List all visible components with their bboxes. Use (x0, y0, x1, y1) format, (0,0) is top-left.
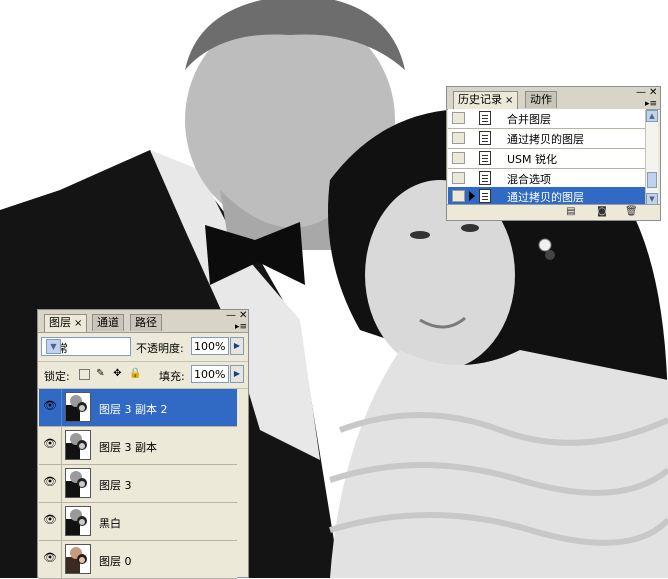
scroll-up-icon[interactable]: ▲ (646, 110, 658, 122)
layer-row[interactable]: 👁 图层 3 (39, 465, 237, 503)
history-state-icon (479, 189, 491, 203)
new-document-from-state-icon[interactable]: ▤ (565, 207, 577, 217)
snapshot-checkbox[interactable] (452, 190, 465, 202)
tab-actions[interactable]: 动作 (525, 91, 557, 108)
layer-thumbnail (65, 430, 91, 460)
layer-name[interactable]: 图层 3 副本 2 (99, 401, 168, 417)
opacity-slider-arrow-icon[interactable]: ▶ (230, 337, 244, 355)
snapshot-checkbox[interactable] (452, 132, 465, 144)
history-item[interactable]: 通过拷贝的图层 (448, 129, 646, 149)
blend-mode-select[interactable]: 正常 ▼ (41, 337, 131, 356)
history-state-icon (479, 151, 491, 165)
history-state-icon (479, 111, 491, 125)
tab-close-icon[interactable]: × (74, 316, 82, 332)
history-item-label: 合并图层 (507, 113, 551, 126)
fill-input[interactable]: 100% (191, 365, 229, 383)
lock-label: 锁定: (44, 370, 70, 383)
opacity-input[interactable]: 100% (191, 337, 229, 355)
tab-close-icon[interactable]: × (505, 93, 513, 109)
tab-paths[interactable]: 路径 (130, 314, 162, 331)
history-scrollbar[interactable]: ▲ ▼ (645, 110, 658, 205)
snapshot-checkbox[interactable] (452, 152, 465, 164)
layer-row-selected[interactable]: 👁 图层 3 副本 2 (39, 389, 237, 427)
trash-icon[interactable]: 🗑 (625, 207, 638, 217)
layer-name[interactable]: 图层 3 副本 (99, 439, 157, 455)
history-panel: 历史记录 × 动作 — ✕ ▸≡ 合并图层 通过拷贝的图层 USM 锐化 混合选项… (446, 86, 661, 221)
history-item-label: 混合选项 (507, 173, 551, 186)
close-icon[interactable]: ✕ (649, 88, 657, 98)
tab-layers-label: 图层 (49, 316, 71, 329)
fill-label: 填充: (159, 370, 185, 383)
layer-name[interactable]: 黑白 (99, 515, 121, 531)
lock-all-padlock-icon[interactable]: 🔒 (129, 368, 141, 379)
minimize-icon[interactable]: — (636, 88, 646, 98)
minimize-icon[interactable]: — (226, 311, 236, 321)
layer-row[interactable]: 👁 图层 3 副本 (39, 427, 237, 465)
layer-thumbnail (65, 506, 91, 536)
layer-name[interactable]: 图层 3 (99, 477, 132, 493)
history-item[interactable]: USM 锐化 (448, 149, 646, 169)
layer-name[interactable]: 图层 0 (99, 553, 132, 569)
history-state-icon (479, 171, 491, 185)
lock-image-pixels-brush-icon[interactable]: ✎ (95, 368, 106, 379)
tab-history-label: 历史记录 (458, 93, 502, 106)
lock-fill-row: 锁定: ✎ ✥ 🔒 填充: 100% ▶ (38, 362, 248, 389)
divider (61, 465, 62, 502)
layer-thumbnail (65, 392, 91, 422)
history-item-label: 通过拷贝的图层 (507, 191, 584, 204)
tab-history[interactable]: 历史记录 × (453, 91, 519, 109)
tab-channels-label: 通道 (97, 316, 119, 329)
scroll-thumb[interactable] (647, 172, 657, 188)
visibility-eye-icon[interactable]: 👁 (43, 438, 57, 450)
visibility-eye-icon[interactable]: 👁 (43, 400, 57, 412)
layer-thumbnail (65, 544, 91, 574)
layer-row[interactable]: 👁 图层 0 (39, 541, 237, 579)
chevron-down-icon[interactable]: ▼ (46, 339, 61, 354)
panel-menu-icon[interactable]: ▸≡ (645, 99, 657, 109)
history-state-arrow-icon (469, 191, 475, 201)
lock-position-move-icon[interactable]: ✥ (112, 368, 123, 379)
blend-opacity-row: 正常 ▼ 不透明度: 100% ▶ (38, 333, 248, 362)
history-state-icon (479, 131, 491, 145)
layer-thumbnail (65, 468, 91, 498)
divider (61, 389, 62, 426)
snapshot-checkbox[interactable] (452, 112, 465, 124)
tab-channels[interactable]: 通道 (92, 314, 124, 331)
close-icon[interactable]: ✕ (239, 311, 247, 321)
visibility-eye-icon[interactable]: 👁 (43, 552, 57, 564)
history-item[interactable]: 合并图层 (448, 109, 646, 129)
history-item[interactable]: 混合选项 (448, 169, 646, 189)
history-item-label: 通过拷贝的图层 (507, 133, 584, 146)
lock-transparent-pixels-icon[interactable] (79, 369, 90, 380)
visibility-eye-icon[interactable]: 👁 (43, 514, 57, 526)
divider (61, 503, 62, 540)
tab-paths-label: 路径 (135, 316, 157, 329)
history-footer: ▤ ◙ 🗑 (447, 204, 660, 220)
divider (61, 541, 62, 578)
history-item-label: USM 锐化 (507, 153, 558, 166)
layers-panel: 图层× 通道 路径 — ✕ ▸≡ 正常 ▼ 不透明度: 100% ▶ 锁定: ✎… (37, 309, 249, 579)
camera-snapshot-icon[interactable]: ◙ (596, 207, 608, 217)
tab-layers[interactable]: 图层 × (44, 314, 88, 332)
opacity-label: 不透明度: (136, 342, 184, 355)
layers-tabbar: 图层 × 通道 路径 — ✕ ▸≡ (38, 310, 248, 333)
fill-slider-arrow-icon[interactable]: ▶ (230, 365, 244, 383)
layer-row[interactable]: 👁 黑白 (39, 503, 237, 541)
snapshot-checkbox[interactable] (452, 172, 465, 184)
divider (61, 427, 62, 464)
tab-actions-label: 动作 (530, 93, 552, 106)
visibility-eye-icon[interactable]: 👁 (43, 476, 57, 488)
panel-menu-icon[interactable]: ▸≡ (235, 322, 247, 332)
history-tabbar: 历史记录 × 动作 — ✕ ▸≡ (447, 87, 660, 110)
